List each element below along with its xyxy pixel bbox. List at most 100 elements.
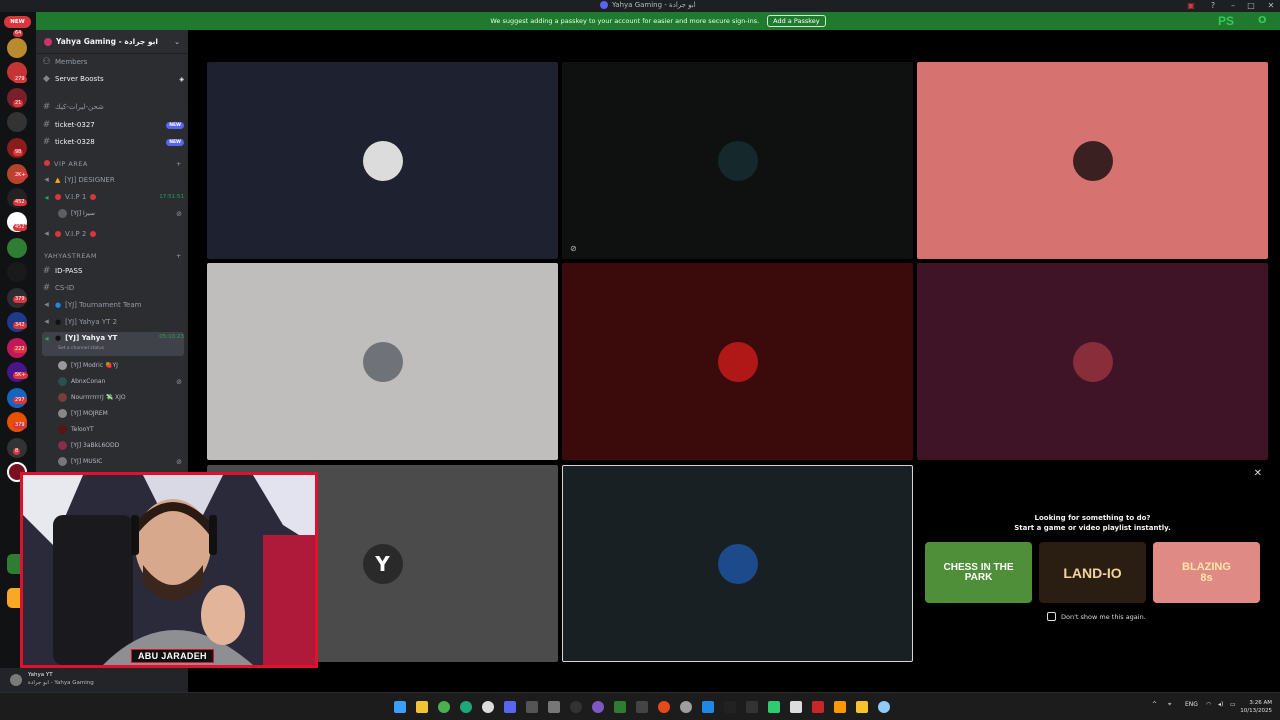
app-icon[interactable] (658, 701, 670, 713)
app-icon[interactable] (636, 701, 648, 713)
deafened-icon: ⊘ (176, 209, 182, 218)
obs-icon[interactable] (570, 701, 582, 713)
channel-status-hint[interactable]: Set a channel status (58, 346, 104, 351)
chevron-down-icon[interactable]: ⌄ (174, 38, 180, 46)
add-channel-icon[interactable]: + (176, 160, 182, 168)
voice-user[interactable]: NourrrrrrrrJ 💸 XJO (58, 391, 182, 404)
channel-item[interactable]: # ID-PASS (42, 264, 184, 278)
speaker-icon: ◂ (44, 300, 49, 310)
video-tile[interactable] (917, 62, 1268, 259)
avatar (58, 209, 67, 218)
app-icon[interactable] (856, 701, 868, 713)
system-clock[interactable]: 3:26 AM 10/13/2025 (1240, 699, 1272, 715)
video-tile[interactable] (917, 263, 1268, 460)
activity-card-blazing8s[interactable]: BLAZING 8s (1153, 542, 1260, 603)
dont-show-again[interactable]: Don't show me this again. (1047, 612, 1146, 621)
activity-card-chess[interactable]: CHESS IN THE PARK (925, 542, 1032, 603)
unread-badge: 297 (13, 397, 27, 404)
discord-taskbar-icon[interactable] (504, 701, 516, 713)
video-tile-speaking[interactable] (562, 465, 913, 662)
streamer-webcam: ABU JARADEH (20, 472, 318, 668)
window-title: Yahya Gaming - ابو جرادة (600, 1, 696, 9)
language-indicator[interactable]: ENG (1185, 701, 1198, 708)
close-icon[interactable]: ✕ (1254, 468, 1262, 479)
video-tile[interactable] (207, 62, 558, 259)
voice-timer: 05:10:23 (159, 334, 184, 340)
steam-icon[interactable] (702, 701, 714, 713)
add-channel-icon[interactable]: + (176, 252, 182, 260)
guild-header[interactable]: Yahya Gaming - ابو جرادة ⌄ (36, 30, 188, 54)
channel-item[interactable]: # CS-ID (42, 281, 184, 295)
battery-icon[interactable]: ▭ (1230, 701, 1236, 708)
voice-user[interactable]: [YJ] MUSIC ⊘ (58, 455, 182, 468)
server-icon[interactable] (7, 38, 27, 58)
vlc-icon[interactable] (834, 701, 846, 713)
video-tile[interactable]: ⊘ (562, 62, 913, 259)
file-explorer-icon[interactable] (416, 701, 428, 713)
app-icon[interactable] (878, 701, 890, 713)
server-icon[interactable] (7, 262, 27, 282)
dont-show-checkbox[interactable] (1047, 612, 1056, 621)
category-yahyastream[interactable]: YAHYASTREAM + (44, 252, 182, 260)
maximize-button[interactable]: □ (1244, 0, 1258, 12)
unread-badge: 64 (13, 30, 24, 37)
channel-item[interactable]: # ticket-0327 NEW (42, 118, 184, 132)
video-tile[interactable] (562, 263, 913, 460)
app-icon[interactable] (592, 701, 604, 713)
voice-user[interactable]: [YJ] MOJREM (58, 407, 182, 420)
members-icon: ⚇ (42, 57, 51, 67)
channel-item[interactable]: # ticket-0328 NEW (42, 135, 184, 149)
settings-icon[interactable] (482, 701, 494, 713)
app-icon[interactable] (526, 701, 538, 713)
app-icon[interactable] (614, 701, 626, 713)
network-icon[interactable]: ⌖ (1168, 701, 1171, 709)
help-icon[interactable]: ? (1206, 0, 1220, 12)
app-icon[interactable] (746, 701, 758, 713)
add-passkey-button[interactable]: Add a Passkey (767, 15, 826, 27)
avatar[interactable] (10, 674, 22, 686)
voice-channel-tournament[interactable]: ◂ ● [YJ] Tournament Team (42, 298, 184, 312)
voice-user[interactable]: [YJ] Modric 🍓YJ (58, 359, 182, 372)
voice-channel-vip1[interactable]: ◂ V.I.P 1 17:51:51 (42, 190, 184, 204)
voice-channel-vip2[interactable]: ◂ V.I.P 2 (42, 227, 184, 241)
start-icon[interactable] (394, 701, 406, 713)
app-icon[interactable] (724, 701, 736, 713)
activity-card-landio[interactable]: LAND-IO (1039, 542, 1146, 603)
voice-user[interactable]: [YJ] سيزا ⊘ (58, 207, 182, 220)
chrome-icon[interactable] (438, 701, 450, 713)
volume-icon[interactable]: ◂) (1218, 701, 1223, 708)
new-servers-pill[interactable]: NEW (4, 16, 31, 28)
avatar (717, 543, 758, 584)
app-icon[interactable] (680, 701, 692, 713)
app-icon[interactable] (768, 701, 780, 713)
video-tile[interactable] (207, 263, 558, 460)
voice-user[interactable]: AbnxConan ⊘ (58, 375, 182, 388)
inbox-icon[interactable]: ▣ (1184, 0, 1198, 12)
app-icon[interactable] (812, 701, 824, 713)
sidebar-item-members[interactable]: ⚇ Members (42, 55, 184, 69)
y-logo-icon: Y (362, 543, 403, 584)
voice-user[interactable]: [YJ] 3aBkL6ODD (58, 439, 182, 452)
edge-icon[interactable] (460, 701, 472, 713)
server-icon[interactable] (7, 238, 27, 258)
user-subtitle: ابو جرادة - Yahya Gaming (28, 680, 94, 686)
avatar (717, 341, 758, 382)
category-vip-area[interactable]: VIP AREA + (44, 160, 182, 168)
channel-item[interactable]: # شحن-ليرات-كيك (42, 100, 184, 114)
app-icon[interactable] (790, 701, 802, 713)
channel-item[interactable]: ◂ ▲ [YJ] DESIGNER (42, 173, 184, 187)
sidebar-item-server-boosts[interactable]: ◆ Server Boosts ◈ (42, 72, 184, 86)
user-panel: Yahya YT ابو جرادة - Yahya Gaming (0, 668, 188, 692)
chevron-up-icon[interactable]: ^ (1152, 701, 1157, 708)
voice-channel-yahya-yt2[interactable]: ◂ ● [YJ] Yahya YT 2 (42, 315, 184, 329)
speaker-icon: ◂ (44, 317, 49, 327)
close-window-button[interactable]: ✕ (1264, 0, 1278, 12)
voice-channel-yahya-yt[interactable]: ◂ ● [YJ] Yahya YT 05:10:23 (42, 332, 184, 356)
minimize-button[interactable]: – (1226, 0, 1240, 12)
wifi-icon[interactable]: ◠ (1206, 701, 1211, 708)
app-icon[interactable] (548, 701, 560, 713)
voice-user[interactable]: TelooYT (58, 423, 182, 436)
unread-badge: 379 (13, 422, 27, 429)
boost-icon: ◆ (43, 74, 50, 84)
server-icon[interactable] (7, 112, 27, 132)
